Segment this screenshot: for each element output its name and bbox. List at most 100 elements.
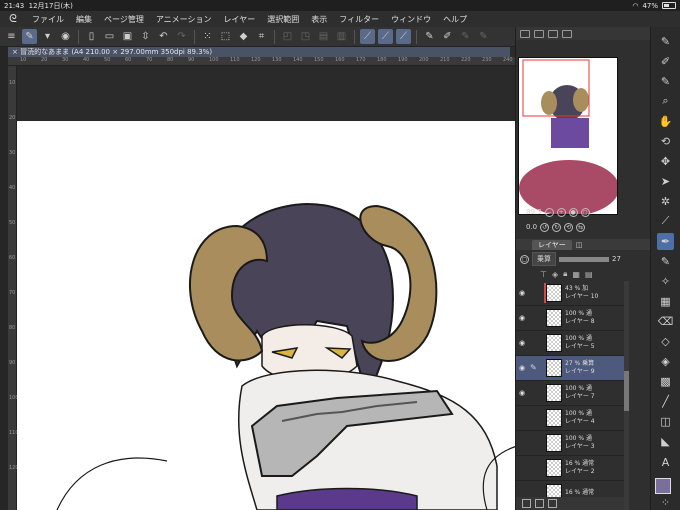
open-file-icon[interactable]: ▭	[102, 29, 117, 44]
sub-view-tab-icon[interactable]	[534, 29, 544, 38]
eye-icon[interactable]: ◉	[516, 364, 528, 372]
eye-icon[interactable]: ◉	[516, 389, 528, 397]
menu-page[interactable]: ページ管理	[98, 14, 150, 25]
new-file-icon[interactable]: ▯	[84, 29, 99, 44]
lock-transparency-icon[interactable]: ▦	[572, 270, 580, 279]
info-tab-icon[interactable]	[562, 29, 572, 38]
correct-line-tool-icon[interactable]: ⁘	[657, 494, 674, 510]
pen-settings-icon[interactable]: ✎	[476, 29, 491, 44]
new-layer-icon[interactable]	[522, 499, 531, 508]
chevron-down-icon[interactable]: ▾	[40, 29, 55, 44]
layer-row[interactable]: ◉ 100 % 通レイヤー 8	[516, 306, 624, 331]
gradient-tool-icon[interactable]: ▩	[657, 374, 674, 390]
layer-edit-icon[interactable]: ✎	[530, 363, 540, 373]
layer-edit-icon[interactable]	[530, 313, 540, 323]
eye-icon[interactable]: ◉	[58, 29, 73, 44]
menu-selection[interactable]: 選択範囲	[261, 14, 305, 25]
delete-layer-icon[interactable]	[548, 499, 557, 508]
pen-pressure-icon[interactable]: ✎	[422, 29, 437, 44]
blend-tool-icon[interactable]: ◇	[657, 334, 674, 350]
pen-sync-icon[interactable]: ✎	[458, 29, 473, 44]
redo-icon[interactable]: ↷	[174, 29, 189, 44]
app-logo-icon[interactable]: ᘓ	[0, 12, 26, 26]
eraser-toggle-icon[interactable]: ✐	[440, 29, 455, 44]
transform-icon[interactable]: ⌗	[254, 29, 269, 44]
eraser-tool-icon[interactable]: ⌫	[657, 314, 674, 330]
figure-tool-icon[interactable]: ╱	[657, 394, 674, 410]
pen-tool-icon[interactable]: ✎	[657, 33, 674, 49]
fill-icon[interactable]: ◆	[236, 29, 251, 44]
actual-size-icon[interactable]: ◻	[580, 207, 590, 217]
layer-edit-icon[interactable]	[530, 388, 540, 398]
move-tool-icon[interactable]: ✥	[657, 153, 674, 169]
layer-row[interactable]: ◉ 100 % 通レイヤー 5	[516, 331, 624, 356]
layer-row[interactable]: ◉ 43 % 加レイヤー 10	[516, 281, 624, 306]
export-icon[interactable]: ⇳	[138, 29, 153, 44]
menu-filter[interactable]: フィルター	[333, 14, 385, 25]
reset-rotation-icon[interactable]: ⟲	[564, 222, 574, 232]
layer-row[interactable]: ◉ 100 % 通レイヤー 7	[516, 381, 624, 406]
layer-row[interactable]: 100 % 通レイヤー 4	[516, 406, 624, 431]
layer-edit-icon[interactable]	[530, 463, 540, 473]
layer-edit-icon[interactable]	[530, 413, 540, 423]
layer-scrollbar[interactable]	[624, 281, 629, 510]
layer-scrollbar-knob[interactable]	[624, 371, 629, 411]
material-tab-icon[interactable]	[548, 29, 558, 38]
zoom-in-icon[interactable]: +	[556, 207, 566, 217]
rotate-left-icon[interactable]: ↺	[540, 222, 550, 232]
new-folder-icon[interactable]	[535, 499, 544, 508]
rotation-value[interactable]: 0.0	[526, 223, 537, 231]
menu-file[interactable]: ファイル	[26, 14, 70, 25]
eyedropper-icon[interactable]: ⟋	[657, 213, 674, 229]
fill-tool-icon[interactable]: ◈	[657, 354, 674, 370]
marker-tool-icon[interactable]: ✎	[657, 254, 674, 270]
flip-icon[interactable]: ⇆	[576, 222, 586, 232]
hand-tool-icon[interactable]: ✋	[657, 113, 674, 129]
hamburger-menu-icon[interactable]: ≡	[4, 29, 19, 44]
menu-window[interactable]: ウィンドウ	[385, 14, 437, 25]
fit-icon[interactable]: ●	[568, 207, 578, 217]
brush-tool-icon[interactable]: ✎	[657, 73, 674, 89]
mask-layer-icon[interactable]: ▤	[585, 270, 593, 279]
blend-mode-select[interactable]: 乗算	[532, 252, 556, 266]
undo-icon[interactable]: ↶	[156, 29, 171, 44]
snap-grid-icon[interactable]: ⟋	[396, 29, 411, 44]
layer-property-tab-icon[interactable]: ◫	[576, 241, 583, 249]
layer-row[interactable]: 100 % 通レイヤー 3	[516, 431, 624, 456]
frame-tool-icon[interactable]: ◫	[657, 414, 674, 430]
eye-icon[interactable]: ◉	[516, 314, 528, 322]
rotate-tool-icon[interactable]: ⟲	[657, 133, 674, 149]
save-icon[interactable]: ▣	[120, 29, 135, 44]
opacity-slider[interactable]	[559, 256, 609, 262]
layer-row[interactable]: 16 % 通常 レイヤー 2	[516, 456, 624, 481]
layer-icon[interactable]: ▤	[316, 29, 331, 44]
g-pen-tool-icon[interactable]: ✒	[657, 233, 674, 250]
tab-layer[interactable]: レイヤー	[532, 239, 572, 250]
zoom-value[interactable]: 89.3	[526, 208, 542, 216]
layer-row[interactable]: ◉ ✎ 27 % 乗算 レイヤー 9	[516, 356, 624, 381]
lock-icon[interactable]: 🔒︎	[563, 269, 567, 279]
opacity-value[interactable]: 27	[612, 255, 621, 263]
airbrush-tool-icon[interactable]: ✧	[657, 274, 674, 290]
magic-wand-icon[interactable]: ✲	[657, 193, 674, 209]
snap-guide-icon[interactable]: ⟋	[378, 29, 393, 44]
navigator-preview[interactable]	[518, 57, 618, 215]
layer-edit-icon[interactable]	[530, 288, 540, 298]
operation-tool-icon[interactable]: ➤	[657, 173, 674, 189]
ruler-tool-icon[interactable]: ◣	[657, 434, 674, 450]
navigator-tab-icon[interactable]	[520, 29, 530, 38]
snap-ruler-icon[interactable]: ⟋	[360, 29, 375, 44]
document-tab[interactable]: × 冒涜的なあまま (A4 210.00 × 297.00mm 350dpi 8…	[8, 47, 510, 57]
rotate-right-icon[interactable]: ↻	[552, 222, 562, 232]
pencil-tool-icon[interactable]: ✐	[657, 53, 674, 69]
clip-icon[interactable]: ⊤	[540, 270, 547, 279]
menu-layer[interactable]: レイヤー	[218, 14, 262, 25]
reference-icon[interactable]: ◈	[552, 270, 558, 279]
deselect-icon[interactable]: ⬚	[218, 29, 233, 44]
selection-layer-icon[interactable]: ▥	[334, 29, 349, 44]
eye-icon[interactable]: ◉	[516, 289, 528, 297]
mask-icon[interactable]: ◳	[298, 29, 313, 44]
menu-view[interactable]: 表示	[305, 14, 333, 25]
select-all-icon[interactable]: ⁙	[200, 29, 215, 44]
layer-edit-icon[interactable]	[530, 338, 540, 348]
